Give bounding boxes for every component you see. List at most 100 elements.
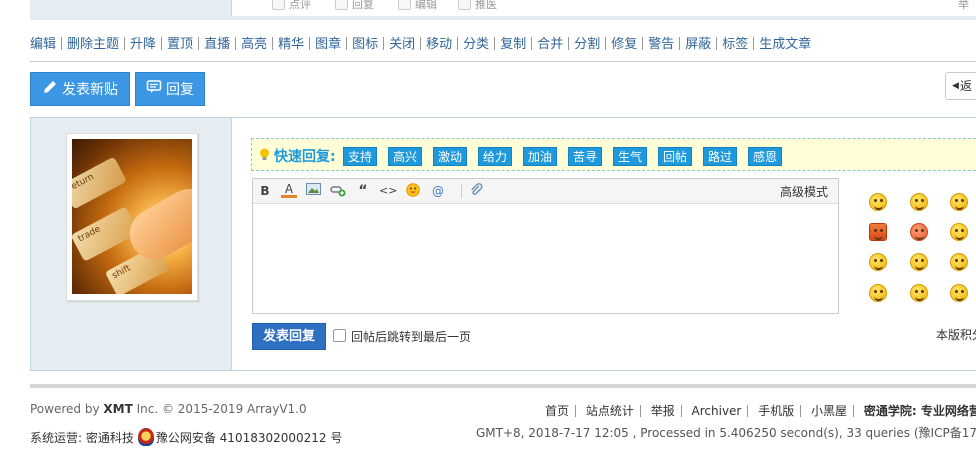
edit-action[interactable]: 编辑 xyxy=(398,0,437,12)
link-separator xyxy=(753,37,755,50)
code-icon[interactable]: <> xyxy=(379,183,397,199)
moderation-link[interactable]: 修复 xyxy=(611,37,637,52)
moderation-link[interactable]: 复制 xyxy=(500,37,526,52)
link-separator xyxy=(383,37,385,50)
editor-toolbar: B A “ <> @ 高级模式 xyxy=(253,179,838,204)
back-button[interactable]: ◀ 返 xyxy=(945,72,976,100)
smiley-icon[interactable] xyxy=(950,253,968,271)
quick-tag[interactable]: 路过 xyxy=(703,147,738,166)
moderation-link[interactable]: 编辑 xyxy=(30,37,56,52)
quick-tag[interactable]: 生气 xyxy=(613,147,648,166)
comment-icon xyxy=(272,0,285,10)
quick-tag[interactable]: 苦寻 xyxy=(568,147,603,166)
edit-icon xyxy=(398,0,411,10)
pencil-icon xyxy=(42,79,58,99)
smiley-icon[interactable] xyxy=(950,223,968,241)
smiley-icon[interactable] xyxy=(950,284,968,302)
server-stats: GMT+8, 2018-7-17 12:05 , Processed in 5.… xyxy=(476,426,976,440)
quick-tag[interactable]: 支持 xyxy=(343,147,378,166)
moderation-link[interactable]: 警告 xyxy=(648,37,674,52)
moderation-link[interactable]: 合并 xyxy=(537,37,563,52)
reply-editor: B A “ <> @ 高级模式 xyxy=(252,178,839,314)
footer-link-blackroom[interactable]: 小黑屋 xyxy=(811,404,847,418)
attachment-icon[interactable] xyxy=(468,183,484,199)
link-separator xyxy=(494,37,496,50)
link-separator xyxy=(605,37,607,50)
moderation-link[interactable]: 图章 xyxy=(315,37,341,52)
quick-tag[interactable]: 加油 xyxy=(523,147,558,166)
link-separator xyxy=(161,37,163,50)
avatar[interactable]: return trade shift xyxy=(66,133,198,301)
editor-textarea[interactable] xyxy=(253,204,838,313)
quick-tag[interactable]: 激动 xyxy=(433,147,468,166)
moderation-link[interactable]: 屏蔽 xyxy=(685,37,711,52)
link-separator xyxy=(568,37,570,50)
moderation-link[interactable]: 生成文章 xyxy=(759,37,811,52)
jump-last-page-label: 回帖后跳转到最后一页 xyxy=(351,330,472,344)
at-icon[interactable]: @ xyxy=(430,183,446,199)
reply-action[interactable]: 回复 xyxy=(335,0,374,12)
moderation-link[interactable]: 删除主题 xyxy=(67,37,119,52)
link-separator xyxy=(531,37,533,50)
comment-action[interactable]: 点评 xyxy=(272,0,311,12)
smiley-icon[interactable] xyxy=(910,284,928,302)
recommend-action[interactable]: 推医 xyxy=(458,0,497,12)
quick-reply-label: 快速回复: xyxy=(274,149,336,165)
quick-tag[interactable]: 给力 xyxy=(478,147,513,166)
quick-tag[interactable]: 回帖 xyxy=(658,147,693,166)
moderation-link[interactable]: 升降 xyxy=(130,37,156,52)
link-add-icon[interactable] xyxy=(330,183,346,199)
moderation-link[interactable]: 精华 xyxy=(278,37,304,52)
jump-last-page-checkbox[interactable] xyxy=(333,329,346,342)
new-post-button[interactable]: 发表新贴 xyxy=(30,72,130,106)
submit-reply-button[interactable]: 发表回复 xyxy=(252,323,326,350)
link-separator xyxy=(235,37,237,50)
reply-button[interactable]: 回复 xyxy=(135,72,205,106)
moderation-link[interactable]: 标签 xyxy=(722,37,748,52)
footer-link-home[interactable]: 首页 xyxy=(545,404,569,418)
link-separator xyxy=(420,37,422,50)
quick-tag[interactable]: 高兴 xyxy=(388,147,423,166)
smiley-icon[interactable] xyxy=(869,284,887,302)
smiley-icon[interactable] xyxy=(910,223,928,241)
footer-link-academy[interactable]: 密通学院: 专业网络营 xyxy=(864,404,976,418)
link-separator xyxy=(642,37,644,50)
smiley-icon[interactable] xyxy=(910,193,928,211)
author-cell-bottom xyxy=(30,0,232,16)
footer-link-archiver[interactable]: Archiver xyxy=(692,404,742,418)
lightbulb-icon xyxy=(259,148,270,161)
quote-icon[interactable]: “ xyxy=(355,183,371,199)
speech-bubble-icon xyxy=(146,79,162,99)
smiley-icon[interactable] xyxy=(910,253,928,271)
footer-link-stats[interactable]: 站点统计 xyxy=(586,404,634,418)
moderation-link[interactable]: 置顶 xyxy=(167,37,193,52)
emoji-icon[interactable] xyxy=(405,183,421,199)
image-icon[interactable] xyxy=(305,183,321,199)
moderation-link[interactable]: 移动 xyxy=(426,37,452,52)
link-separator xyxy=(198,37,200,50)
police-record-link[interactable]: 豫公网安备 41018302000212 号 xyxy=(156,431,343,445)
font-color-icon[interactable]: A xyxy=(281,183,297,198)
quick-tag[interactable]: 感恩 xyxy=(748,147,783,166)
moderation-link[interactable]: 直播 xyxy=(204,37,230,52)
powered-by: Powered by XMT Inc. © 2015-2019 ArrayV1.… xyxy=(30,402,307,416)
smiley-icon[interactable] xyxy=(869,193,887,211)
smiley-icon[interactable] xyxy=(950,193,968,211)
moderation-link[interactable]: 关闭 xyxy=(389,37,415,52)
link-separator xyxy=(346,37,348,50)
moderation-link[interactable]: 分类 xyxy=(463,37,489,52)
link-separator xyxy=(61,37,63,50)
moderation-link[interactable]: 图标 xyxy=(352,37,378,52)
link-separator xyxy=(716,37,718,50)
police-badge-icon xyxy=(137,428,154,446)
footer-link-report[interactable]: 举报 xyxy=(651,404,675,418)
smiley-icon[interactable] xyxy=(869,253,887,271)
footer-link-mobile[interactable]: 手机版 xyxy=(758,404,794,418)
report-action[interactable]: 举 xyxy=(958,0,969,12)
smiley-icon[interactable] xyxy=(869,223,887,241)
brand-link[interactable]: XMT xyxy=(103,402,132,416)
moderation-link[interactable]: 分割 xyxy=(574,37,600,52)
bold-icon[interactable]: B xyxy=(257,183,273,199)
advanced-mode-link[interactable]: 高级模式 xyxy=(780,183,828,200)
moderation-link[interactable]: 高亮 xyxy=(241,37,267,52)
